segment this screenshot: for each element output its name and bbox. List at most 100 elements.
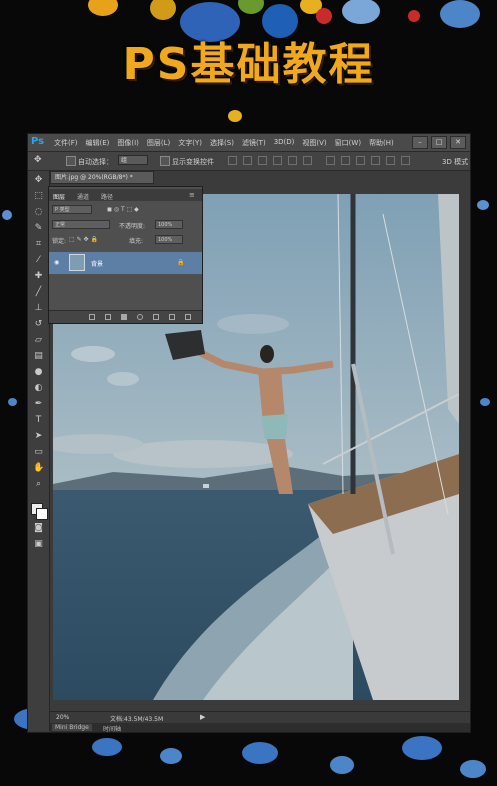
tools-panel: ✥ ⬚ ◌ ✎ ⌗ ⁄ ✚ ╱ ⊥ ↺ ▱ ▤ ● ◐ ✒ T ➤ ▭ ✋ ⌕ … xyxy=(28,171,50,731)
screen-mode-icon[interactable]: ▣ xyxy=(33,539,44,550)
history-brush-icon[interactable]: ↺ xyxy=(33,319,44,330)
layer-row[interactable]: ◉ 背景 🔒 xyxy=(49,252,202,274)
splatter-decoration xyxy=(480,398,490,406)
align-vcenter-icon[interactable] xyxy=(243,156,252,165)
delete-layer-icon[interactable] xyxy=(185,314,191,320)
show-transform-label: 显示变换控件 xyxy=(172,158,214,166)
splatter-decoration xyxy=(242,742,278,764)
close-button[interactable]: ✕ xyxy=(450,136,466,149)
quick-mask-icon[interactable]: ◙ xyxy=(33,523,44,534)
minimize-button[interactable]: – xyxy=(412,136,428,149)
timeline-tab[interactable]: 时间轴 xyxy=(100,724,124,732)
splatter-decoration xyxy=(150,0,176,20)
adjustment-layer-icon[interactable] xyxy=(137,314,143,320)
layer-filter-dropdown[interactable]: P 类型 xyxy=(52,205,92,214)
filter-icons[interactable]: ◼ ◎ T ⬚ ◆ xyxy=(107,206,139,213)
move-tool-icon[interactable]: ✥ xyxy=(34,155,42,165)
background-color-swatch[interactable] xyxy=(36,508,48,520)
window-controls: – □ ✕ xyxy=(412,136,466,149)
menu-help[interactable]: 帮助(H) xyxy=(369,138,394,148)
menu-edit[interactable]: 编辑(E) xyxy=(86,138,110,148)
add-mask-icon[interactable] xyxy=(121,314,127,320)
new-layer-icon[interactable] xyxy=(169,314,175,320)
visibility-eye-icon[interactable]: ◉ xyxy=(54,259,59,266)
menu-3d[interactable]: 3D(D) xyxy=(274,138,295,148)
photoshop-logo: Ps xyxy=(31,136,45,147)
menu-window[interactable]: 窗口(W) xyxy=(335,138,361,148)
fill-field[interactable]: 100% xyxy=(155,235,183,244)
brush-tool-icon[interactable]: ╱ xyxy=(33,287,44,298)
lasso-tool-icon[interactable]: ◌ xyxy=(33,207,44,218)
fx-icon[interactable] xyxy=(105,314,111,320)
distribute-top-icon[interactable] xyxy=(326,156,335,165)
tab-paths[interactable]: 路径 xyxy=(101,192,113,201)
splatter-decoration xyxy=(408,10,420,22)
splatter-decoration xyxy=(228,110,242,122)
splatter-decoration xyxy=(88,0,118,16)
layer-thumbnail xyxy=(69,254,85,271)
distribute-right-icon[interactable] xyxy=(401,156,410,165)
panel-menu-icon[interactable]: ≡ xyxy=(189,191,195,199)
pen-tool-icon[interactable]: ✒ xyxy=(33,399,44,410)
type-tool-icon[interactable]: T xyxy=(33,415,44,426)
menu-file[interactable]: 文件(F) xyxy=(54,138,78,148)
layer-name[interactable]: 背景 xyxy=(91,259,103,268)
new-group-icon[interactable] xyxy=(153,314,159,320)
status-menu-arrow-icon[interactable]: ▶ xyxy=(200,713,205,721)
auto-select-checkbox[interactable] xyxy=(66,156,76,166)
shape-tool-icon[interactable]: ▭ xyxy=(33,447,44,458)
blur-tool-icon[interactable]: ● xyxy=(33,367,44,378)
document-tab[interactable]: 图片.jpg @ 20%(RGB/8*) * xyxy=(50,171,154,184)
move-tool-icon[interactable]: ✥ xyxy=(33,175,44,186)
marquee-tool-icon[interactable]: ⬚ xyxy=(33,191,44,202)
align-left-icon[interactable] xyxy=(273,156,282,165)
banner-title: PS基础教程 xyxy=(122,39,375,90)
blend-mode-dropdown[interactable]: 正常 xyxy=(52,220,110,229)
distribute-vcenter-icon[interactable] xyxy=(341,156,350,165)
layers-panel: 图层 通道 路径 ≡ P 类型 ◼ ◎ T ⬚ ◆ 正常 不透明度: 100% … xyxy=(48,186,203,324)
menu-select[interactable]: 选择(S) xyxy=(210,138,234,148)
menu-type[interactable]: 文字(Y) xyxy=(178,138,202,148)
clone-stamp-icon[interactable]: ⊥ xyxy=(33,303,44,314)
eraser-tool-icon[interactable]: ▱ xyxy=(33,335,44,346)
link-layers-icon[interactable] xyxy=(89,314,95,320)
mini-bridge-tab[interactable]: Mini Bridge xyxy=(52,724,92,731)
maximize-button[interactable]: □ xyxy=(431,136,447,149)
distribute-bottom-icon[interactable] xyxy=(356,156,365,165)
distribute-left-icon[interactable] xyxy=(371,156,380,165)
tab-channels[interactable]: 通道 xyxy=(77,192,89,201)
healing-brush-icon[interactable]: ✚ xyxy=(33,271,44,282)
auto-select-dropdown[interactable]: 组 xyxy=(118,155,148,165)
splatter-decoration xyxy=(330,756,354,774)
path-select-tool-icon[interactable]: ➤ xyxy=(33,431,44,442)
distribute-hcenter-icon[interactable] xyxy=(386,156,395,165)
splatter-decoration xyxy=(402,736,442,760)
align-right-icon[interactable] xyxy=(303,156,312,165)
quick-select-tool-icon[interactable]: ✎ xyxy=(33,223,44,234)
eyedropper-tool-icon[interactable]: ⁄ xyxy=(33,255,44,266)
splatter-decoration xyxy=(238,0,264,14)
hand-tool-icon[interactable]: ✋ xyxy=(33,463,44,474)
gradient-tool-icon[interactable]: ▤ xyxy=(33,351,44,362)
show-transform-checkbox[interactable] xyxy=(160,156,170,166)
bottom-panel-tabs: Mini Bridge 时间轴 xyxy=(50,723,470,732)
align-hcenter-icon[interactable] xyxy=(288,156,297,165)
splatter-decoration xyxy=(8,398,17,406)
splatter-decoration xyxy=(92,738,122,756)
opacity-field[interactable]: 100% xyxy=(155,220,183,229)
menu-filter[interactable]: 滤镜(T) xyxy=(242,138,266,148)
zoom-tool-icon[interactable]: ⌕ xyxy=(33,479,44,490)
fill-label: 填充: xyxy=(129,238,144,245)
align-top-icon[interactable] xyxy=(228,156,237,165)
zoom-level[interactable]: 20% xyxy=(56,714,69,721)
crop-tool-icon[interactable]: ⌗ xyxy=(33,239,44,250)
menu-view[interactable]: 视图(V) xyxy=(302,138,326,148)
menu-layer[interactable]: 图层(L) xyxy=(147,138,170,148)
lock-icons[interactable]: ⬚ ✎ ✥ 🔒 xyxy=(69,236,98,243)
menu-bar: Ps 文件(F) 编辑(E) 图像(I) 图层(L) 文字(Y) 选择(S) 滤… xyxy=(28,134,470,152)
document-info: 文档:43.5M/43.5M xyxy=(110,716,164,723)
align-bottom-icon[interactable] xyxy=(258,156,267,165)
tab-layers[interactable]: 图层 xyxy=(53,192,65,201)
dodge-tool-icon[interactable]: ◐ xyxy=(33,383,44,394)
menu-image[interactable]: 图像(I) xyxy=(117,138,139,148)
